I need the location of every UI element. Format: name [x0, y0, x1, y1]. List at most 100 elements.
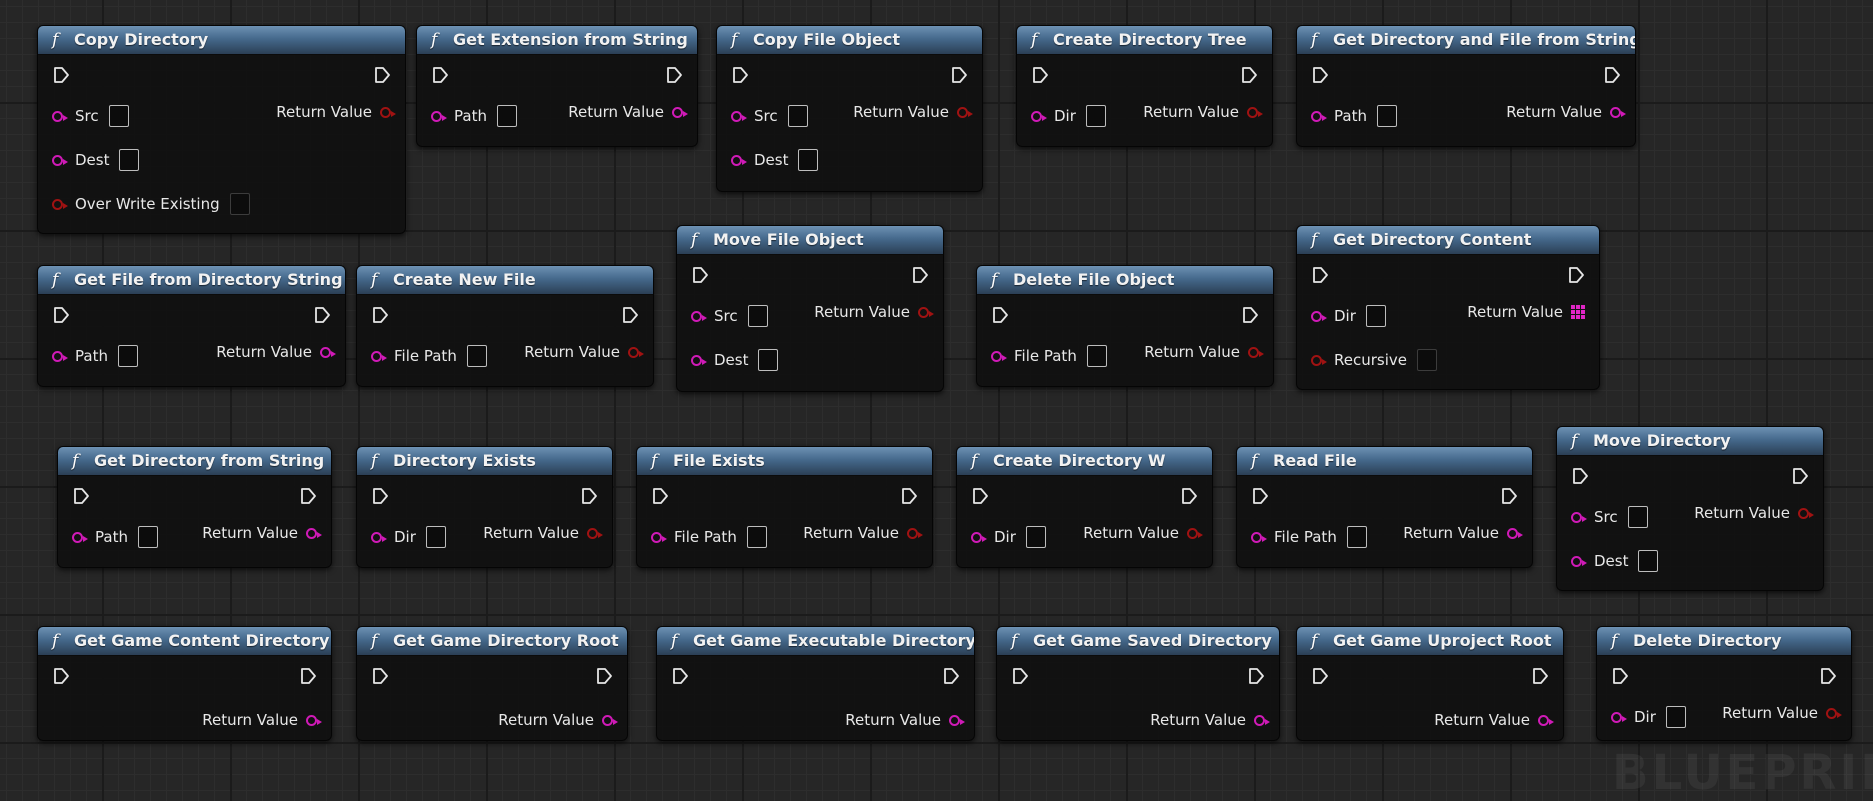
exec-in-pin-icon[interactable]: [72, 487, 90, 505]
output-pin-return-value[interactable]: Return Value: [1467, 300, 1585, 324]
string-pin-icon[interactable]: [691, 354, 707, 366]
text-value-field[interactable]: [1665, 706, 1686, 728]
bool-pin-icon[interactable]: [587, 527, 603, 539]
bool-pin-icon[interactable]: [918, 306, 934, 318]
exec-in-pin-icon[interactable]: [1311, 266, 1329, 284]
output-pin-return-value[interactable]: Return Value: [1506, 100, 1626, 124]
exec-out-pin-icon[interactable]: [1531, 667, 1549, 685]
exec-out-pin-icon[interactable]: [299, 487, 317, 505]
exec-out-pin-icon[interactable]: [1240, 66, 1258, 84]
text-value-field[interactable]: [746, 526, 767, 548]
exec-out-pin-icon[interactable]: [1567, 266, 1585, 284]
input-pin-path[interactable]: Path: [52, 344, 138, 368]
string-pin-icon[interactable]: [1311, 110, 1327, 122]
input-pin-dest[interactable]: Dest: [52, 148, 140, 172]
output-pin-return-value[interactable]: Return Value: [276, 100, 396, 124]
node-move-file-object[interactable]: f Move File Object Src Dest Return Value: [676, 225, 944, 392]
string-pin-icon[interactable]: [1538, 714, 1554, 726]
node-header[interactable]: f Get Game Executable Directory: [657, 627, 974, 656]
output-pin-return-value[interactable]: Return Value: [202, 708, 322, 732]
node-get-game-content-directory[interactable]: f Get Game Content Directory Return Value: [37, 626, 332, 741]
output-pin-return-value[interactable]: Return Value: [803, 521, 923, 545]
exec-out-pin-icon[interactable]: [621, 306, 639, 324]
input-pin-path[interactable]: Path: [72, 525, 158, 549]
node-get-game-executable-directory[interactable]: f Get Game Executable Directory Return Val…: [656, 626, 975, 741]
bool-pin-icon[interactable]: [1311, 354, 1327, 366]
string-pin-icon[interactable]: [672, 106, 688, 118]
string-pin-icon[interactable]: [306, 527, 322, 539]
text-value-field[interactable]: [1376, 105, 1397, 127]
node-move-directory[interactable]: f Move Directory Src Dest Return Value: [1556, 426, 1824, 591]
bool-pin-icon[interactable]: [1187, 527, 1203, 539]
string-pin-icon[interactable]: [52, 154, 68, 166]
node-header[interactable]: f Create Directory W: [957, 447, 1212, 476]
blueprint-graph-canvas[interactable]: f Copy Directory Src Dest Over Write Existin…: [0, 0, 1873, 768]
string-pin-icon[interactable]: [1610, 106, 1626, 118]
node-header[interactable]: f Read File: [1237, 447, 1532, 476]
node-header[interactable]: f Move File Object: [677, 226, 943, 255]
node-header[interactable]: f Delete File Object: [977, 266, 1273, 295]
exec-in-pin-icon[interactable]: [1611, 667, 1629, 685]
exec-out-pin-icon[interactable]: [942, 667, 960, 685]
text-value-field[interactable]: [1638, 550, 1659, 572]
exec-in-pin-icon[interactable]: [371, 667, 389, 685]
exec-in-pin-icon[interactable]: [971, 487, 989, 505]
output-pin-return-value[interactable]: Return Value: [1694, 501, 1814, 525]
string-pin-icon[interactable]: [602, 714, 618, 726]
string-pin-icon[interactable]: [731, 110, 747, 122]
exec-in-pin-icon[interactable]: [1251, 487, 1269, 505]
output-pin-return-value[interactable]: Return Value: [1083, 521, 1203, 545]
text-value-field[interactable]: [798, 149, 819, 171]
node-header[interactable]: f Get Game Directory Root: [357, 627, 627, 656]
input-pin-dest[interactable]: Dest: [731, 148, 819, 172]
text-value-field[interactable]: [1085, 105, 1106, 127]
text-value-field[interactable]: [425, 526, 446, 548]
text-value-field[interactable]: [787, 105, 808, 127]
string-pin-icon[interactable]: [371, 350, 387, 362]
node-header[interactable]: f Directory Exists: [357, 447, 612, 476]
exec-in-pin-icon[interactable]: [1311, 66, 1329, 84]
exec-out-pin-icon[interactable]: [1819, 667, 1837, 685]
input-pin-src[interactable]: Src: [691, 304, 768, 328]
exec-out-pin-icon[interactable]: [595, 667, 613, 685]
bool-pin-icon[interactable]: [1247, 106, 1263, 118]
bool-checkbox[interactable]: [229, 193, 250, 215]
text-value-field[interactable]: [496, 105, 517, 127]
output-pin-return-value[interactable]: Return Value: [1434, 708, 1554, 732]
exec-in-pin-icon[interactable]: [671, 667, 689, 685]
exec-out-pin-icon[interactable]: [665, 66, 683, 84]
exec-in-pin-icon[interactable]: [371, 487, 389, 505]
node-get-game-directory-root[interactable]: f Get Game Directory Root Return Value: [356, 626, 628, 741]
array-pin-icon[interactable]: [1571, 305, 1585, 319]
node-copy-directory[interactable]: f Copy Directory Src Dest Over Write Existin…: [37, 25, 406, 234]
input-pin-over-write-existing[interactable]: Over Write Existing: [52, 192, 250, 216]
node-get-game-uproject-root[interactable]: f Get Game Uproject Root Return Value: [1296, 626, 1564, 741]
output-pin-return-value[interactable]: Return Value: [1150, 708, 1270, 732]
output-pin-return-value[interactable]: Return Value: [1143, 100, 1263, 124]
output-pin-return-value[interactable]: Return Value: [483, 521, 603, 545]
string-pin-icon[interactable]: [731, 154, 747, 166]
input-pin-dir[interactable]: Dir: [1031, 104, 1106, 128]
bool-pin-icon[interactable]: [907, 527, 923, 539]
string-pin-icon[interactable]: [52, 350, 68, 362]
exec-in-pin-icon[interactable]: [731, 66, 749, 84]
node-header[interactable]: f File Exists: [637, 447, 932, 476]
input-pin-dest[interactable]: Dest: [691, 348, 779, 372]
bool-pin-icon[interactable]: [628, 346, 644, 358]
text-value-field[interactable]: [1346, 526, 1367, 548]
node-header[interactable]: f Copy Directory: [38, 26, 405, 55]
exec-out-pin-icon[interactable]: [1180, 487, 1198, 505]
input-pin-dir[interactable]: Dir: [1311, 304, 1386, 328]
string-pin-icon[interactable]: [1507, 527, 1523, 539]
input-pin-dir[interactable]: Dir: [371, 525, 446, 549]
input-pin-path[interactable]: Path: [1311, 104, 1397, 128]
exec-in-pin-icon[interactable]: [1571, 467, 1589, 485]
exec-in-pin-icon[interactable]: [52, 306, 70, 324]
text-value-field[interactable]: [108, 105, 129, 127]
bool-pin-icon[interactable]: [52, 198, 68, 210]
node-file-exists[interactable]: f File Exists File Path Return Value: [636, 446, 933, 568]
bool-pin-icon[interactable]: [1826, 707, 1842, 719]
input-pin-file-path[interactable]: File Path: [371, 344, 487, 368]
exec-out-pin-icon[interactable]: [900, 487, 918, 505]
string-pin-icon[interactable]: [651, 531, 667, 543]
